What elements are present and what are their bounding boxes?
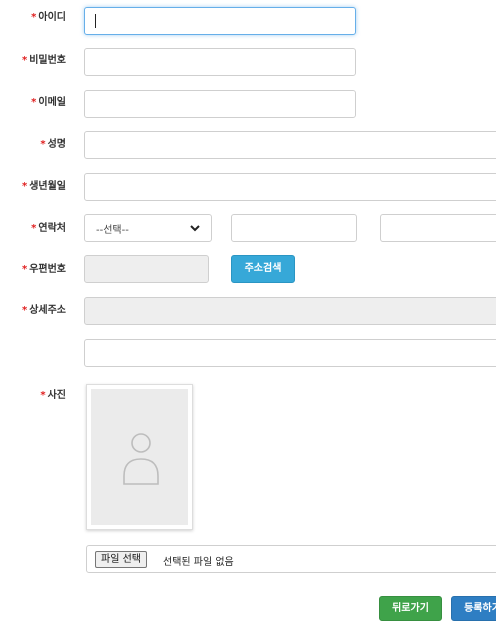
user-id-label: * 아이디 (0, 11, 66, 25)
birthdate-input[interactable] (84, 173, 496, 201)
photo-placeholder (91, 389, 188, 525)
email-input[interactable] (84, 90, 356, 118)
address-main-input (84, 297, 496, 325)
user-id-label-text: 아이디 (38, 12, 66, 23)
address-detail-input[interactable] (84, 339, 496, 367)
contact-last-input[interactable] (380, 214, 496, 242)
email-label-text: 이메일 (38, 97, 66, 108)
postcode-label-text: 우편번호 (29, 264, 66, 275)
required-mark: * (31, 12, 37, 23)
required-mark: * (21, 264, 28, 275)
required-mark: * (21, 305, 28, 316)
file-input[interactable]: 파일 선택 선택된 파일 없음 (86, 545, 496, 573)
required-mark: * (40, 139, 46, 150)
required-mark: * (21, 55, 28, 66)
register-button[interactable]: 등록하기 (451, 596, 496, 621)
password-input[interactable] (84, 48, 356, 76)
text-cursor (95, 14, 96, 28)
address-search-button[interactable]: 주소검색 (231, 255, 295, 283)
contact-label: * 연락처 (0, 222, 66, 236)
birthdate-label: * 생년월일 (0, 180, 66, 194)
email-label: * 이메일 (0, 96, 66, 110)
photo-preview (86, 384, 193, 530)
required-mark: * (40, 390, 46, 401)
file-status-text: 선택된 파일 없음 (163, 557, 234, 568)
address-label-text: 상세주소 (29, 305, 66, 316)
chevron-down-icon (189, 222, 201, 237)
contact-label-text: 연락처 (38, 223, 66, 234)
address-label: * 상세주소 (0, 304, 66, 318)
postcode-input (84, 255, 209, 283)
name-input[interactable] (84, 131, 496, 159)
user-id-input[interactable] (84, 7, 356, 35)
postcode-label: * 우편번호 (0, 263, 66, 277)
birthdate-label-text: 생년월일 (29, 181, 66, 192)
photo-label: * 사진 (0, 389, 66, 403)
back-button[interactable]: 뒤로가기 (379, 596, 442, 621)
name-label-text: 성명 (47, 139, 66, 150)
name-label: * 성명 (0, 138, 66, 152)
required-mark: * (31, 97, 37, 108)
password-label: * 비밀번호 (0, 54, 66, 68)
contact-middle-input[interactable] (231, 214, 357, 242)
contact-select-value: --선택-- (96, 225, 129, 236)
required-mark: * (31, 223, 37, 234)
photo-label-text: 사진 (47, 390, 66, 401)
file-choose-button[interactable]: 파일 선택 (95, 551, 147, 568)
contact-prefix-select[interactable]: --선택-- (84, 214, 212, 242)
user-icon (123, 433, 159, 485)
required-mark: * (21, 181, 28, 192)
password-label-text: 비밀번호 (29, 55, 66, 66)
